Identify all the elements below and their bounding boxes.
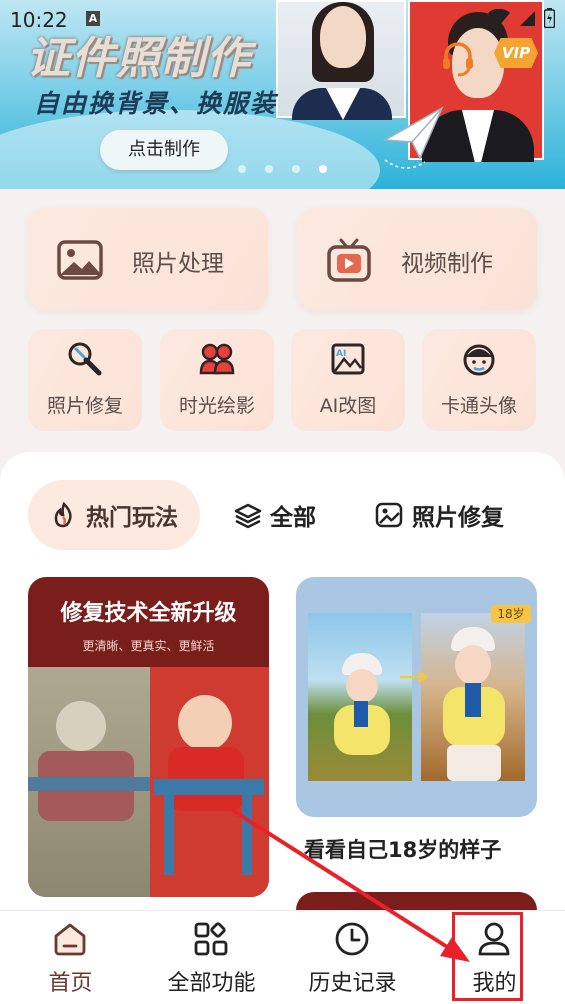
tool-label: AI改图 <box>319 395 377 417</box>
cartoon-face-icon <box>463 344 495 376</box>
card-headline: 修复技术全新升级 <box>60 601 237 626</box>
banner-carousel-dots[interactable] <box>238 165 327 173</box>
annotation-highlight-box <box>452 912 523 1001</box>
tab-all[interactable]: 全部 <box>234 480 316 550</box>
home-icon <box>54 923 86 956</box>
banner-subtitle: 自由换背景、换服装 <box>34 89 278 118</box>
status-bar: 10:22 A <box>0 0 565 38</box>
card-old-photo <box>28 667 150 897</box>
feature-card-photo-repair[interactable]: 修复技术全新升级 更清晰、更真实、更鲜活 <box>28 577 269 897</box>
banner-make-button[interactable]: 点击制作 <box>100 130 228 170</box>
tab-photo-repair[interactable]: 照片修复 <box>374 480 504 550</box>
tool-label: 时光绘影 <box>178 395 255 417</box>
svg-text:AI: AI <box>336 349 346 359</box>
layers-icon <box>234 503 262 529</box>
tool-label: 视频制作 <box>401 251 493 277</box>
feature-card-age-18[interactable]: 18岁 <box>296 577 537 817</box>
tool-photo-repair[interactable]: 照片修复 <box>28 329 142 431</box>
nav-label: 全部功能 <box>167 971 256 996</box>
tool-time-painting[interactable]: 时光绘影 <box>160 329 274 431</box>
card-subline: 更清晰、更真实、更鲜活 <box>82 639 215 653</box>
tab-label: 全部 <box>270 505 316 531</box>
tool-video-making[interactable]: 视频制作 <box>297 208 537 310</box>
feature-card-partial[interactable] <box>296 892 537 912</box>
tool-photo-processing[interactable]: 照片处理 <box>28 208 268 310</box>
card-photo-child <box>308 613 412 781</box>
status-time: 10:22 <box>10 8 68 32</box>
tool-label: 卡通头像 <box>440 395 517 417</box>
tab-hot[interactable]: 热门玩法 <box>28 480 200 550</box>
card-title[interactable]: 看看自己18岁的样子 <box>304 834 501 864</box>
ai-image-icon: AI <box>331 343 365 375</box>
image-edit-icon <box>375 502 403 528</box>
tab-label: 照片修复 <box>412 505 504 531</box>
tool-label: 照片修复 <box>46 395 123 417</box>
nav-label: 首页 <box>48 971 93 996</box>
people-icon <box>199 343 235 375</box>
nav-home[interactable]: 首页 <box>0 911 141 1004</box>
wifi-icon <box>488 9 510 26</box>
tool-label: 照片处理 <box>132 251 224 277</box>
vip-badge[interactable]: VIP <box>494 38 538 68</box>
nav-all-features[interactable]: 全部功能 <box>141 911 282 1004</box>
card-photo-teen <box>421 613 525 781</box>
age-tag: 18岁 <box>491 605 531 623</box>
category-tabs: 热门玩法 全部 照片修复 <box>28 480 548 550</box>
carousel-dot[interactable] <box>238 165 246 173</box>
signal-icon <box>520 11 535 26</box>
carousel-dot[interactable] <box>265 165 273 173</box>
nav-label: 历史记录 <box>308 971 397 996</box>
carousel-dot-active[interactable] <box>319 165 327 173</box>
carousel-dot[interactable] <box>292 165 300 173</box>
app-screen: 证件照制作 自由换背景、换服装 点击制作 VIP 10:22 A 照片处理 视频… <box>0 0 565 1004</box>
paper-plane-icon <box>382 106 444 169</box>
customer-service-icon[interactable] <box>438 38 478 78</box>
battery-icon <box>544 8 555 28</box>
tab-label: 热门玩法 <box>86 505 178 531</box>
a-notification-icon: A <box>86 11 100 26</box>
arrow-right-icon <box>400 671 429 683</box>
card-new-photo <box>150 667 269 897</box>
photo-icon <box>57 240 103 280</box>
tool-cartoon-avatar[interactable]: 卡通头像 <box>422 329 536 431</box>
wrench-icon <box>68 342 102 376</box>
grid-icon <box>194 922 228 956</box>
clock-icon <box>335 922 369 956</box>
tool-ai-edit[interactable]: AI AI改图 <box>291 329 405 431</box>
nav-history[interactable]: 历史记录 <box>282 911 423 1004</box>
tv-icon <box>327 238 371 282</box>
flame-icon <box>54 501 72 528</box>
